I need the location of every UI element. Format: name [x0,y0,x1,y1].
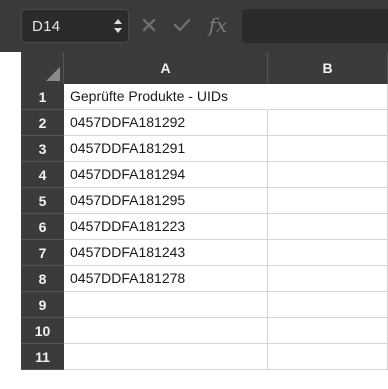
cell-b3[interactable] [268,136,388,162]
cell-a7[interactable]: 0457DDFA181243 [64,240,268,266]
cell-b11[interactable] [268,344,388,370]
cell-b4[interactable] [268,162,388,188]
cell-a10[interactable] [64,318,268,344]
row-header[interactable]: 10 [21,318,64,344]
checkmark-icon[interactable] [171,13,193,37]
row-header[interactable]: 11 [21,344,64,370]
cancel-icon[interactable] [139,13,159,37]
cell-a2[interactable]: 0457DDFA181292 [64,110,268,136]
column-header-b[interactable]: B [268,52,388,84]
formula-input[interactable] [242,9,388,43]
sheet-grid: A B 1 Geprüfte Produkte - UIDs 2 0457DDF… [21,52,388,389]
row-header[interactable]: 6 [21,214,64,240]
cell-b10[interactable] [268,318,388,344]
cell-b2[interactable] [268,110,388,136]
grid-bottom-area [21,370,388,389]
cell-a3[interactable]: 0457DDFA181291 [64,136,268,162]
formula-bar: D14 fx [0,0,388,52]
cell-b9[interactable] [268,292,388,318]
row-header[interactable]: 5 [21,188,64,214]
cell-b7[interactable] [268,240,388,266]
column-header-a[interactable]: A [64,52,268,84]
cell-a11[interactable] [64,344,268,370]
row-header[interactable]: 7 [21,240,64,266]
cell-a4[interactable]: 0457DDFA181294 [64,162,268,188]
spreadsheet-window: D14 fx A B 1 Geprüfte Produkte - UIDs 2 … [0,0,388,389]
select-all-corner[interactable] [21,52,64,84]
cell-b6[interactable] [268,214,388,240]
cell-a9[interactable] [64,292,268,318]
cell-b8[interactable] [268,266,388,292]
row-header[interactable]: 1 [21,84,64,110]
cell-b5[interactable] [268,188,388,214]
name-box-stepper-icon[interactable] [111,15,125,37]
cell-b1[interactable] [268,84,388,110]
row-header[interactable]: 9 [21,292,64,318]
row-header[interactable]: 2 [21,110,64,136]
row-header[interactable]: 3 [21,136,64,162]
function-icon[interactable]: fx [204,13,232,37]
row-header[interactable]: 8 [21,266,64,292]
cell-a6[interactable]: 0457DDFA181223 [64,214,268,240]
row-header[interactable]: 4 [21,162,64,188]
cell-a5[interactable]: 0457DDFA181295 [64,188,268,214]
name-box-value: D14 [32,18,61,35]
cell-a8[interactable]: 0457DDFA181278 [64,266,268,292]
name-box[interactable]: D14 [21,9,129,43]
cell-a1[interactable]: Geprüfte Produkte - UIDs [64,84,268,110]
